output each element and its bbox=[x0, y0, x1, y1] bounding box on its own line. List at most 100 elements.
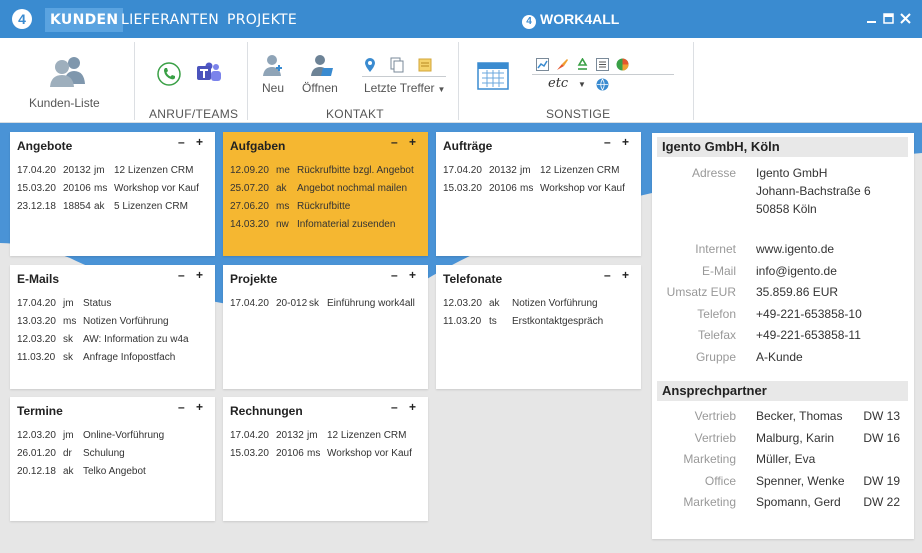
customer-list-icon[interactable] bbox=[48, 54, 88, 88]
pie-chart-icon[interactable] bbox=[616, 58, 629, 71]
address-line: 50858 Köln bbox=[756, 202, 817, 216]
field-label: Adresse bbox=[691, 166, 736, 180]
card-title: Angebote bbox=[17, 139, 73, 153]
card-title: Aufträge bbox=[443, 139, 493, 153]
recycle-icon[interactable] bbox=[576, 58, 589, 71]
etc-button[interactable]: etc bbox=[548, 76, 568, 91]
tab-projekte[interactable]: PROJEKTE bbox=[227, 8, 297, 32]
email-link[interactable]: info@igento.de bbox=[756, 263, 837, 279]
contact-name[interactable]: Spomann, Gerd bbox=[756, 494, 841, 510]
list-item[interactable]: 11.03.20 ts Erstkontaktgespräch bbox=[443, 313, 637, 331]
list-item[interactable]: 25.07.20 ak Angebot nochmal mailen bbox=[230, 180, 424, 198]
minimize-icon[interactable] bbox=[866, 13, 877, 24]
new-button[interactable]: Neu bbox=[262, 81, 284, 95]
card-telefonate[interactable]: Telefonate – + 12.03.20 ak Notizen Vorführ… bbox=[436, 265, 641, 389]
new-contact-icon[interactable] bbox=[262, 54, 284, 78]
card-termine[interactable]: Termine – + 12.03.20 jm Online-Vorführung … bbox=[10, 397, 215, 521]
open-button[interactable]: Öffnen bbox=[302, 81, 338, 95]
customer-list-label[interactable]: Kunden-Liste bbox=[29, 96, 100, 110]
brush-icon[interactable] bbox=[556, 58, 569, 71]
ribbon-divider bbox=[693, 42, 694, 120]
customer-detail-panel: Igento GmbH, Köln Adresse Igento GmbH Jo… bbox=[652, 133, 914, 539]
list-item[interactable]: 12.09.20 me Rückrufbitte bzgl. Angebot bbox=[230, 162, 424, 180]
chevron-down-icon[interactable]: ▼ bbox=[578, 80, 586, 89]
list-item[interactable]: 17.04.20 20132 jm 12 Lizenzen CRM bbox=[230, 427, 424, 445]
card-projekte[interactable]: Projekte – + 17.04.20 20-012 sk Einführung … bbox=[223, 265, 428, 389]
list-item[interactable]: 15.03.20 20106 ms Workshop vor Kauf bbox=[443, 180, 637, 198]
card-emails[interactable]: E-Mails – + 17.04.20 jm Status 13.03.20 ms N… bbox=[10, 265, 215, 389]
misc-group-label: SONSTIGE bbox=[546, 107, 611, 121]
contact-name[interactable]: Malburg, Karin bbox=[756, 430, 834, 446]
tab-kunden[interactable]: KUNDEN bbox=[45, 8, 124, 32]
card-title: Termine bbox=[17, 404, 63, 418]
close-icon[interactable] bbox=[900, 13, 911, 24]
card-controls[interactable]: – + bbox=[178, 268, 207, 282]
contact-role: Office bbox=[704, 474, 736, 488]
copy-icon[interactable] bbox=[390, 57, 404, 73]
list-item[interactable]: 12.03.20 sk AW: Information zu w4a bbox=[17, 331, 211, 349]
card-title: Telefonate bbox=[443, 272, 503, 286]
title-bar: 4 KUNDEN LIEFERANTEN PROJEKTE 4 WORK4ALL bbox=[0, 0, 922, 38]
panel-title: Igento GmbH, Köln bbox=[657, 137, 908, 157]
contact-extension: DW 22 bbox=[863, 495, 900, 509]
open-contact-icon[interactable] bbox=[310, 54, 334, 78]
field-label: Telefon bbox=[697, 307, 736, 321]
address-line: Johann-Bachstraße 6 bbox=[756, 184, 871, 198]
contact-name[interactable]: Müller, Eva bbox=[756, 451, 815, 467]
contact-role: Vertrieb bbox=[694, 409, 736, 423]
chart-icon[interactable] bbox=[536, 58, 549, 71]
recent-hits-dropdown[interactable]: Letzte Treffer ▼ bbox=[364, 81, 445, 95]
tab-lieferanten[interactable]: LIEFERANTEN bbox=[121, 8, 219, 32]
note-icon[interactable] bbox=[418, 58, 432, 72]
card-controls[interactable]: – + bbox=[391, 135, 420, 149]
list-item[interactable]: 23.12.18 18854 ak 5 Lizenzen CRM bbox=[17, 198, 211, 216]
teams-icon[interactable] bbox=[196, 61, 222, 85]
contact-extension: DW 19 bbox=[863, 474, 900, 488]
contact-name[interactable]: Spenner, Wenke bbox=[756, 473, 845, 489]
list-item[interactable]: 17.04.20 20132 jm 12 Lizenzen CRM bbox=[17, 162, 211, 180]
list-item[interactable]: 14.03.20 nw Infomaterial zusenden bbox=[230, 216, 424, 234]
address-line: Igento GmbH bbox=[756, 166, 828, 180]
field-value: 35.859.86 EUR bbox=[756, 285, 839, 299]
list-item[interactable]: 15.03.20 20106 ms Workshop vor Kauf bbox=[230, 445, 424, 463]
card-controls[interactable]: – + bbox=[604, 135, 633, 149]
list-item[interactable]: 26.01.20 dr Schulung bbox=[17, 445, 211, 463]
list-item[interactable]: 20.12.18 ak Telko Angebot bbox=[17, 463, 211, 481]
card-controls[interactable]: – + bbox=[391, 400, 420, 414]
list-item[interactable]: 13.03.20 ms Notizen Vorführung bbox=[17, 313, 211, 331]
brand-logo-icon: 4 bbox=[522, 15, 536, 29]
card-rechnungen[interactable]: Rechnungen – + 17.04.20 20132 jm 12 Lizenze… bbox=[223, 397, 428, 521]
contact-extension: DW 13 bbox=[863, 409, 900, 423]
ribbon-divider bbox=[532, 74, 674, 75]
globe-icon[interactable] bbox=[596, 78, 609, 91]
call-group-label: ANRUF/TEAMS bbox=[149, 107, 239, 121]
field-value: A-Kunde bbox=[756, 350, 803, 364]
brand-name: WORK4ALL bbox=[540, 11, 620, 27]
app-logo-icon[interactable]: 4 bbox=[12, 9, 32, 29]
website-link[interactable]: www.igento.de bbox=[756, 241, 834, 257]
card-aufgaben[interactable]: Aufgaben – + 12.09.20 me Rückrufbitte bzgl… bbox=[223, 132, 428, 256]
list-item[interactable]: 17.04.20 20132 jm 12 Lizenzen CRM bbox=[443, 162, 637, 180]
card-controls[interactable]: – + bbox=[178, 135, 207, 149]
list-item[interactable]: 11.03.20 sk Anfrage Infopostfach bbox=[17, 349, 211, 367]
card-controls[interactable]: – + bbox=[178, 400, 207, 414]
list-icon[interactable] bbox=[596, 58, 609, 71]
card-auftraege[interactable]: Aufträge – + 17.04.20 20132 jm 12 Lizenzen … bbox=[436, 132, 641, 256]
card-title: E-Mails bbox=[17, 272, 60, 286]
list-item[interactable]: 17.04.20 20-012 sk Einführung work4all bbox=[230, 295, 424, 313]
card-controls[interactable]: – + bbox=[391, 268, 420, 282]
card-controls[interactable]: – + bbox=[604, 268, 633, 282]
maximize-icon[interactable] bbox=[883, 13, 894, 24]
list-item[interactable]: 27.06.20 ms Rückrufbitte bbox=[230, 198, 424, 216]
list-item[interactable]: 12.03.20 jm Online-Vorführung bbox=[17, 427, 211, 445]
phone-link[interactable]: +49-221-653858-10 bbox=[756, 306, 862, 322]
list-item[interactable]: 15.03.20 20106 ms Workshop vor Kauf bbox=[17, 180, 211, 198]
phone-call-icon[interactable] bbox=[157, 62, 181, 86]
list-item[interactable]: 12.03.20 ak Notizen Vorführung bbox=[443, 295, 637, 313]
card-angebote[interactable]: Angebote – + 17.04.20 20132 jm 12 Lizenzen … bbox=[10, 132, 215, 256]
list-item[interactable]: 17.04.20 jm Status bbox=[17, 295, 211, 313]
location-pin-icon[interactable] bbox=[364, 58, 376, 73]
calendar-icon[interactable] bbox=[477, 60, 509, 90]
contact-name[interactable]: Becker, Thomas bbox=[756, 408, 842, 424]
field-label: Telefax bbox=[697, 328, 736, 342]
